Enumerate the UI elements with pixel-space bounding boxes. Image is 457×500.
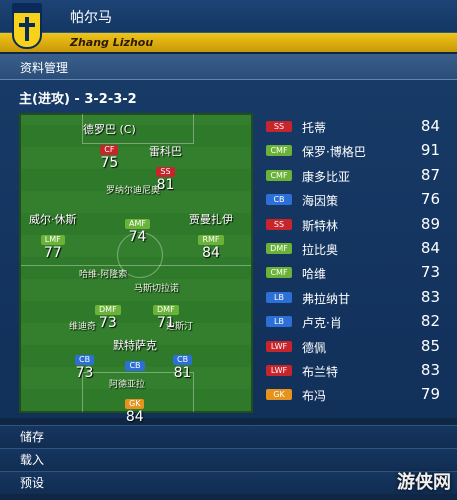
- manager-bar: [0, 33, 457, 52]
- position-badge: LWF: [266, 364, 292, 376]
- pitch-player[interactable]: 德罗巴 (C) CF 75: [83, 121, 136, 171]
- position-badge: GK: [266, 389, 292, 401]
- pitch-player[interactable]: DMF 71: [153, 297, 179, 331]
- player-rating: 91: [420, 141, 440, 160]
- roster-row[interactable]: GK 布冯 79: [264, 384, 444, 408]
- roster-row[interactable]: SS 斯特林 89: [264, 214, 444, 238]
- pitch-player[interactable]: AMF 74: [125, 211, 150, 245]
- player-name: 拉比奥: [302, 242, 339, 257]
- roster-list: SS 托蒂 84 CMF 保罗·博格巴 91 CMF 康多比亚 87 CB 海因策 76 SS 斯…: [264, 116, 444, 409]
- roster-row[interactable]: LB 卢克·肖 82: [264, 311, 444, 335]
- menu-save[interactable]: 储存: [0, 425, 457, 448]
- watermark-logo: 游侠网: [397, 472, 451, 493]
- pitch-player[interactable]: DMF 73: [95, 297, 121, 331]
- player-rating: 84: [420, 117, 440, 135]
- player-name: 哈维: [302, 267, 327, 282]
- player-rating: 89: [420, 214, 440, 233]
- pitch-player[interactable]: 默特萨克 CB: [113, 337, 157, 372]
- pitch-label: 维迪奇: [69, 322, 97, 332]
- player-name: 保罗·博格巴: [302, 145, 366, 160]
- pitch-player[interactable]: 贾曼扎伊 RMF 84: [189, 211, 233, 261]
- roster-row[interactable]: CMF 哈维 73: [264, 262, 444, 286]
- position-badge: CMF: [266, 267, 292, 279]
- roster-row[interactable]: CMF 保罗·博格巴 91: [264, 140, 444, 164]
- player-name: 布兰特: [302, 364, 339, 379]
- section-header: 资料管理: [0, 54, 457, 80]
- roster-row[interactable]: LWF 德佩 85: [264, 336, 444, 360]
- pitch-player[interactable]: CB 81: [173, 347, 193, 381]
- player-name: 斯特林: [302, 218, 339, 233]
- pitch-player[interactable]: 威尔·休斯 LMF 77: [29, 211, 77, 261]
- pitch: 罗纳尔迪尼奥 哈维-阿隆索 马斯切拉诺 维迪奇 迪斯汀 阿德亚拉 德罗巴 (C)…: [19, 113, 253, 425]
- player-name: 弗拉纳甘: [302, 291, 351, 306]
- player-rating: 73: [420, 263, 440, 282]
- player-name: 海因策: [302, 194, 339, 209]
- position-badge: CB: [266, 194, 292, 206]
- position-badge: SS: [266, 121, 292, 132]
- pitch-player[interactable]: CB 73: [75, 347, 95, 381]
- player-rating: 87: [420, 165, 440, 184]
- position-badge: CMF: [266, 145, 292, 157]
- player-rating: 79: [420, 385, 440, 404]
- pitch-label: 哈维-阿隆索: [79, 270, 128, 280]
- bottom-menu: 储存 载入 预设: [0, 425, 457, 494]
- player-rating: 76: [420, 190, 440, 209]
- player-rating: 83: [420, 287, 440, 306]
- player-rating: 85: [420, 336, 440, 355]
- player-name: 康多比亚: [302, 169, 351, 184]
- player-name: 德佩: [302, 340, 327, 355]
- position-badge: CMF: [266, 169, 292, 181]
- position-badge: DMF: [266, 242, 292, 254]
- menu-preset[interactable]: 预设: [0, 471, 457, 494]
- player-name: 布冯: [302, 389, 327, 404]
- menu-load[interactable]: 载入: [0, 448, 457, 471]
- player-rating: 82: [420, 312, 440, 331]
- roster-row[interactable]: DMF 拉比奥 84: [264, 238, 444, 262]
- pitch-player[interactable]: 雷科巴 SS 81: [149, 143, 182, 193]
- pitch-player[interactable]: GK 84: [125, 391, 145, 425]
- manager-name: Zhang Lizhou: [70, 36, 154, 49]
- player-name: 卢克·肖: [302, 316, 342, 331]
- position-badge: LB: [266, 316, 292, 328]
- player-name: 托蒂: [302, 121, 327, 135]
- position-badge: SS: [266, 218, 292, 230]
- player-rating: 84: [420, 238, 440, 257]
- pitch-label: 马斯切拉诺: [134, 284, 180, 294]
- roster-row[interactable]: SS 托蒂 84: [264, 116, 444, 140]
- roster-row[interactable]: CMF 康多比亚 87: [264, 165, 444, 189]
- title-bar: [0, 0, 457, 33]
- position-badge: LB: [266, 291, 292, 303]
- position-badge: LWF: [266, 340, 292, 352]
- roster-row[interactable]: CB 海因策 76: [264, 189, 444, 213]
- section-title: 资料管理: [20, 61, 69, 75]
- club-name: 帕尔马: [70, 10, 112, 26]
- pitch-label: 阿德亚拉: [109, 380, 146, 390]
- player-rating: 83: [420, 360, 440, 379]
- roster-row[interactable]: LWF 布兰特 83: [264, 360, 444, 384]
- formation-label: 主(进攻) - 3-2-3-2: [19, 92, 137, 107]
- roster-row[interactable]: LB 弗拉纳甘 83: [264, 287, 444, 311]
- club-crest-icon: [12, 3, 42, 49]
